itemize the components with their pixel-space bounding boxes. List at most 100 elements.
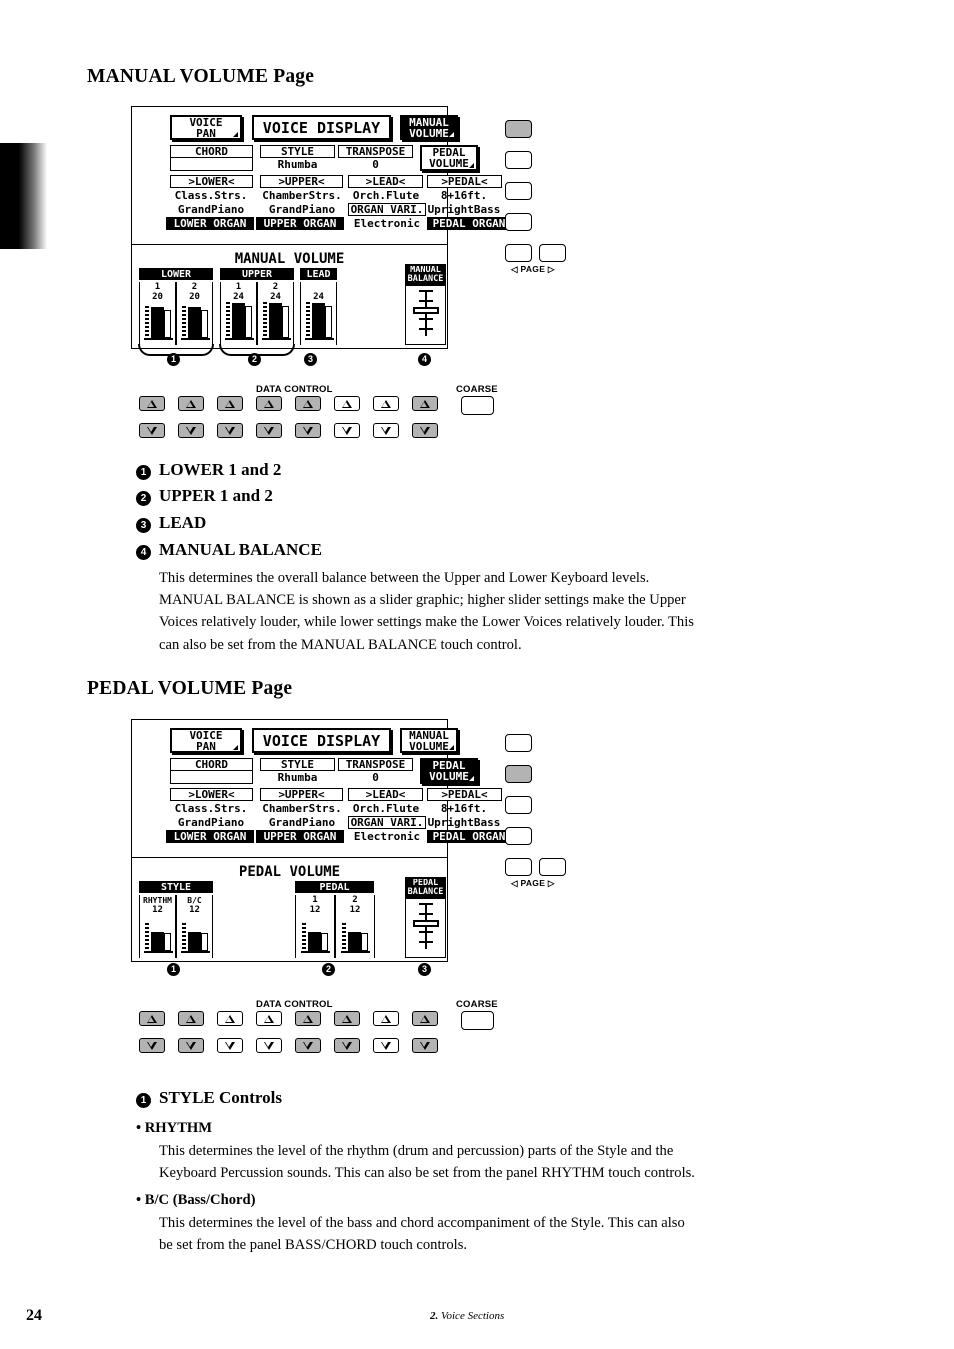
lcd-field-style-label: STYLE xyxy=(260,145,335,158)
triangle-up-icon xyxy=(380,399,392,408)
panel-button-2-manual[interactable] xyxy=(505,151,532,169)
lcd-field-style-label: STYLE xyxy=(260,758,335,771)
page-prev-button-manual[interactable] xyxy=(505,244,532,262)
data-down-2-8[interactable] xyxy=(412,1038,438,1053)
manual-balance-slider[interactable] xyxy=(405,286,446,345)
data-up-2-6[interactable] xyxy=(334,1011,360,1026)
triangle-up-icon xyxy=(419,1014,431,1023)
manual-balance-line2: BALANCE xyxy=(407,274,444,284)
data-up-1-1[interactable] xyxy=(139,396,165,411)
data-up-2-8[interactable] xyxy=(412,1011,438,1026)
data-up-2-7[interactable] xyxy=(373,1011,399,1026)
triangle-down-icon xyxy=(419,1041,431,1050)
data-up-2-5[interactable] xyxy=(295,1011,321,1026)
pedal-volume-line2: VOLUME xyxy=(429,157,469,170)
lcd-voice-upper-3: UPPER ORGAN xyxy=(256,217,344,230)
panel-button-4-pedal[interactable] xyxy=(505,827,532,845)
data-up-1-3[interactable] xyxy=(217,396,243,411)
triangle-up-icon xyxy=(146,399,158,408)
panel-button-3-manual[interactable] xyxy=(505,182,532,200)
triangle-down-icon xyxy=(185,1041,197,1050)
coarse-button-1[interactable] xyxy=(461,396,494,415)
data-down-1-7[interactable] xyxy=(373,423,399,438)
data-up-1-5[interactable] xyxy=(295,396,321,411)
lcd-title-voice-display: VOICE DISPLAY xyxy=(252,728,391,753)
lcd-voice-pedal-2: UprightBass xyxy=(427,203,501,216)
data-up-2-1[interactable] xyxy=(139,1011,165,1026)
data-down-2-1[interactable] xyxy=(139,1038,165,1053)
lcd-voice-lead-3: Electronic xyxy=(353,830,421,843)
lcd-voice-lower-2: GrandPiano xyxy=(177,816,245,829)
lcd-voice-header-lead: >LEAD< xyxy=(348,175,423,188)
data-down-2-7[interactable] xyxy=(373,1038,399,1053)
lcd-button-manual-volume[interactable]: MANUAL VOLUME xyxy=(400,115,458,140)
data-up-1-6[interactable] xyxy=(334,396,360,411)
coarse-button-2[interactable] xyxy=(461,1011,494,1030)
page-label-text: PAGE xyxy=(520,878,546,888)
lcd-button-voice-pan[interactable]: VOICE PAN xyxy=(170,115,242,140)
pedal-balance-slider[interactable] xyxy=(405,899,446,958)
panel-button-2-pedal[interactable] xyxy=(505,765,532,783)
lcd-voice-upper-2: GrandPiano xyxy=(268,816,336,829)
lcd-button-pedal-volume[interactable]: PEDAL VOLUME xyxy=(420,145,478,171)
page-next-button-pedal[interactable] xyxy=(539,858,566,876)
page-prev-button-pedal[interactable] xyxy=(505,858,532,876)
volume-graph-title: MANUAL VOLUME xyxy=(234,251,345,267)
volume-channel-value-lower-1: 20 xyxy=(152,292,163,302)
data-up-1-4[interactable] xyxy=(256,396,282,411)
data-down-1-2[interactable] xyxy=(178,423,204,438)
data-up-2-4[interactable] xyxy=(256,1011,282,1026)
voice-pan-line1: VOICE xyxy=(189,728,223,742)
page-arrow-left-icon: ◁ xyxy=(511,264,518,274)
data-down-1-5[interactable] xyxy=(295,423,321,438)
volume-channel-label-bc: B/C xyxy=(187,896,202,905)
bullet-dot-icon: • xyxy=(136,1192,145,1208)
lcd-button-manual-volume[interactable]: MANUAL VOLUME xyxy=(400,728,458,753)
lcd-voice-lead-1: Orch.Flute xyxy=(352,802,420,815)
page-label-manual: ◁ PAGE ▷ xyxy=(511,264,555,275)
lcd-voice-header-upper: >UPPER< xyxy=(260,788,343,801)
page-next-button-manual[interactable] xyxy=(539,244,566,262)
triangle-down-icon xyxy=(302,1041,314,1050)
footer-section: 2. Voice Sections xyxy=(430,1310,504,1322)
panel-button-1-pedal[interactable] xyxy=(505,734,532,752)
chapter-edge-tab xyxy=(0,143,47,249)
data-up-1-7[interactable] xyxy=(373,396,399,411)
data-down-2-6[interactable] xyxy=(334,1038,360,1053)
volume-channel-value-pedal-2: 12 xyxy=(349,905,361,915)
panel-button-1-manual[interactable] xyxy=(505,120,532,138)
data-down-2-4[interactable] xyxy=(256,1038,282,1053)
data-down-2-3[interactable] xyxy=(217,1038,243,1053)
data-down-2-2[interactable] xyxy=(178,1038,204,1053)
data-down-1-4[interactable] xyxy=(256,423,282,438)
triangle-up-icon xyxy=(341,399,353,408)
volume-channel-label-upper-2: 2 xyxy=(272,282,279,292)
triangle-up-icon xyxy=(224,399,236,408)
triangle-down-icon xyxy=(224,426,236,435)
data-up-2-3[interactable] xyxy=(217,1011,243,1026)
triangle-down-icon xyxy=(302,426,314,435)
lcd-button-voice-pan[interactable]: VOICE PAN xyxy=(170,728,242,753)
data-down-1-3[interactable] xyxy=(217,423,243,438)
data-down-1-6[interactable] xyxy=(334,423,360,438)
triangle-down-icon xyxy=(263,1041,275,1050)
triangle-down-icon xyxy=(224,1041,236,1050)
data-up-1-2[interactable] xyxy=(178,396,204,411)
lcd-screen-pedal-volume: VOICE PAN VOICE DISPLAY MANUAL VOLUME CH… xyxy=(131,719,511,858)
data-up-1-8[interactable] xyxy=(412,396,438,411)
callout-2: 2 xyxy=(248,353,261,366)
list-bullet-4: 4 xyxy=(136,545,151,560)
lcd-button-pedal-volume[interactable]: PEDAL VOLUME xyxy=(420,758,478,784)
volume-channel-label-pedal-2: 2 xyxy=(352,895,358,905)
triangle-down-icon xyxy=(341,1041,353,1050)
list-bullet-3: 3 xyxy=(136,518,151,533)
panel-button-4-manual[interactable] xyxy=(505,213,532,231)
data-down-1-1[interactable] xyxy=(139,423,165,438)
data-up-2-2[interactable] xyxy=(178,1011,204,1026)
data-down-2-5[interactable] xyxy=(295,1038,321,1053)
lcd-field-style-value: Rhumba xyxy=(277,771,318,784)
panel-button-3-pedal[interactable] xyxy=(505,796,532,814)
lcd-voice-header-lead: >LEAD< xyxy=(348,788,423,801)
data-down-1-8[interactable] xyxy=(412,423,438,438)
volume-channel-value-pedal-1: 12 xyxy=(309,905,321,915)
